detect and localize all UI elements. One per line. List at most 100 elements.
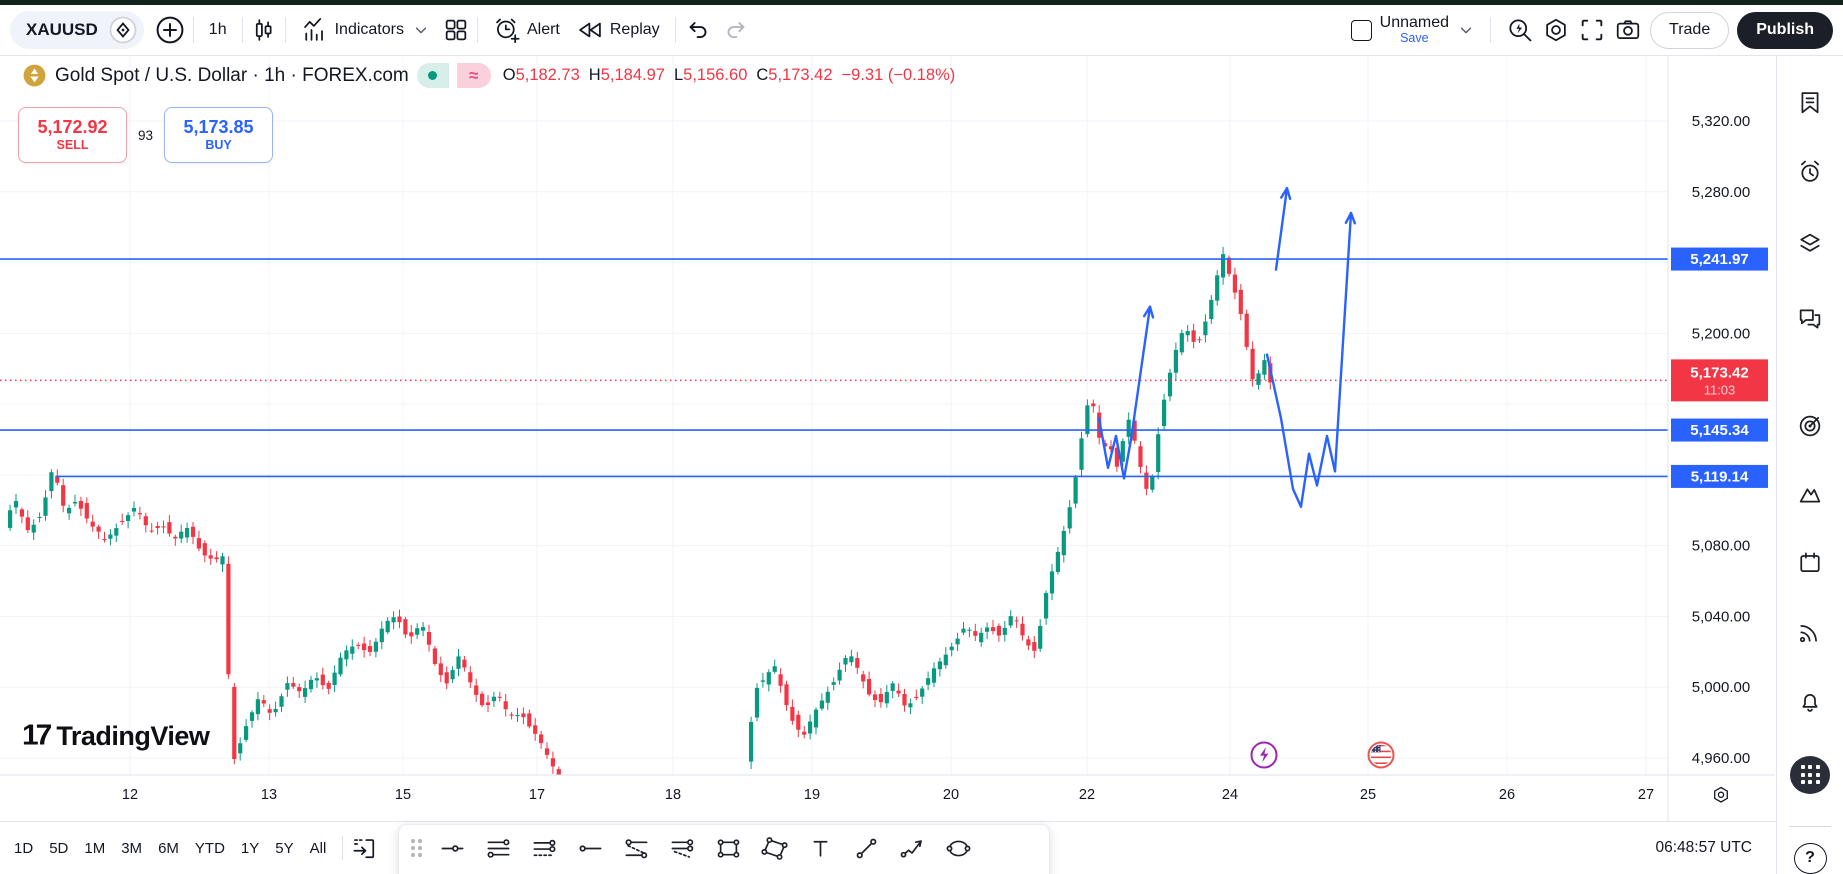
sell-button[interactable]: 5,172.92 SELL <box>18 107 127 163</box>
layout-chevron-down-icon[interactable] <box>1457 21 1475 39</box>
svg-text:20: 20 <box>943 787 959 803</box>
save-link[interactable]: Save <box>1400 31 1429 46</box>
symbol-name: XAUUSD <box>26 20 98 39</box>
alerts-clock-icon[interactable] <box>1796 158 1824 186</box>
horizontal-line-icon[interactable] <box>439 835 466 862</box>
object-tree-icon[interactable] <box>1796 229 1824 257</box>
range-6m-button[interactable]: 6M <box>151 835 186 862</box>
fullscreen-icon[interactable] <box>1578 16 1606 44</box>
indicators-icon <box>301 16 329 44</box>
chat-icon[interactable] <box>1796 304 1824 332</box>
symbol-search-button[interactable]: XAUUSD <box>10 11 144 49</box>
sell-label: SELL <box>56 138 89 153</box>
buy-label: BUY <box>205 138 232 153</box>
calendar-icon[interactable] <box>1796 549 1824 577</box>
layout-name-button[interactable]: Unnamed Save <box>1380 14 1449 45</box>
svg-text:5,173.42: 5,173.42 <box>1690 364 1748 381</box>
svg-text:13: 13 <box>261 787 277 803</box>
rectangle-icon[interactable] <box>715 835 742 862</box>
alert-clock-icon <box>493 16 521 44</box>
chart-canvas[interactable]: 5,320.00 5,280.00 5,200.00 5,080.00 5,040.00… <box>0 56 1775 821</box>
publish-button[interactable]: Publish <box>1737 11 1833 49</box>
layout-grid-icon[interactable] <box>442 16 470 44</box>
camera-snapshot-icon[interactable] <box>1614 16 1642 44</box>
info-line-icon[interactable] <box>531 835 558 862</box>
approx-equals-icon[interactable]: ≈ <box>456 63 491 88</box>
arrow-marker-icon[interactable] <box>899 835 926 862</box>
interval-button[interactable]: 1h <box>201 17 235 43</box>
gold-coin-icon <box>22 63 47 88</box>
sidebar-divider <box>1789 825 1831 827</box>
range-5y-button[interactable]: 5Y <box>268 835 300 862</box>
notifications-bell-icon[interactable] <box>1796 687 1824 715</box>
quick-search-icon[interactable] <box>1506 16 1534 44</box>
trend-line-icon[interactable] <box>853 835 880 862</box>
indicators-label: Indicators <box>334 21 404 38</box>
interval-label: 1h <box>208 21 227 38</box>
redo-icon[interactable] <box>723 16 751 44</box>
symbol-diamond-icon[interactable] <box>108 15 138 45</box>
replay-button[interactable]: Replay <box>568 12 668 48</box>
regression-trend-icon[interactable] <box>623 835 650 862</box>
svg-text:15: 15 <box>395 787 411 803</box>
settings-hexagon-icon[interactable] <box>1542 16 1570 44</box>
candles-style-icon[interactable] <box>250 16 278 44</box>
svg-text:5,080.00: 5,080.00 <box>1692 538 1750 555</box>
symbol-title[interactable]: Gold Spot / U.S. Dollar · 1h · FOREX.com <box>55 65 409 87</box>
range-1m-button[interactable]: 1M <box>77 835 112 862</box>
rotated-rectangle-icon[interactable] <box>761 835 788 862</box>
svg-text:25: 25 <box>1360 787 1376 803</box>
screener-radar-icon[interactable] <box>1796 412 1824 440</box>
svg-text:5,200.00: 5,200.00 <box>1692 325 1750 342</box>
trend-segment-icon[interactable] <box>577 835 604 862</box>
indicators-button[interactable]: Indicators <box>293 12 412 48</box>
tradingview-watermark: 17 TradingView <box>22 719 210 753</box>
clock-utc[interactable]: 06:48:57 UTC <box>1656 839 1753 857</box>
streams-icon[interactable] <box>1796 618 1824 646</box>
svg-text:5,241.97: 5,241.97 <box>1690 251 1748 268</box>
go-to-date-icon[interactable] <box>351 835 378 862</box>
disjoint-channel-icon[interactable] <box>669 835 696 862</box>
range-1y-button[interactable]: 1Y <box>234 835 266 862</box>
undo-icon[interactable] <box>683 16 711 44</box>
ohlc-values: O5,182.73 H5,184.97 L5,156.60 C5,173.42 … <box>502 66 956 84</box>
replay-rewind-icon <box>576 16 604 44</box>
right-sidebar: ? <box>1776 56 1843 874</box>
svg-text:22: 22 <box>1079 787 1095 803</box>
ideas-icon[interactable] <box>1796 480 1824 508</box>
apps-grid-icon[interactable] <box>1790 756 1830 794</box>
tradingview-logo-icon: 17 <box>22 719 52 752</box>
alert-button[interactable]: Alert <box>485 12 568 48</box>
range-all-button[interactable]: All <box>303 835 334 862</box>
buy-button[interactable]: 5,173.85 BUY <box>164 107 274 163</box>
svg-text:5,280.00: 5,280.00 <box>1692 184 1750 201</box>
chart-legend[interactable]: Gold Spot / U.S. Dollar · 1h · FOREX.com… <box>22 63 955 88</box>
trade-button[interactable]: Trade <box>1650 11 1730 49</box>
chevron-down-icon[interactable] <box>412 21 430 39</box>
range-1d-button[interactable]: 1D <box>7 835 40 862</box>
drawing-tools-panel <box>398 824 1050 874</box>
parallel-lines-icon[interactable] <box>485 835 512 862</box>
range-3m-button[interactable]: 3M <box>114 835 149 862</box>
price-change: −9.31 (−0.18%) <box>841 66 956 84</box>
range-5d-button[interactable]: 5D <box>42 835 75 862</box>
help-icon[interactable]: ? <box>1793 842 1827 874</box>
buy-price: 5,173.85 <box>183 117 254 138</box>
svg-text:5,000.00: 5,000.00 <box>1692 679 1750 696</box>
svg-text:4,960.00: 4,960.00 <box>1692 750 1750 767</box>
text-tool-icon[interactable] <box>807 835 834 862</box>
replay-label: Replay <box>609 21 660 38</box>
watchlist-icon[interactable] <box>1796 89 1824 117</box>
market-status-green-dot-icon[interactable] <box>416 63 449 88</box>
add-compare-icon[interactable] <box>154 14 186 46</box>
range-ytd-button[interactable]: YTD <box>188 835 232 862</box>
spread-value: 93 <box>138 127 154 143</box>
tradingview-wordmark: TradingView <box>56 720 210 751</box>
svg-text:5,040.00: 5,040.00 <box>1692 608 1750 625</box>
svg-text:19: 19 <box>804 787 820 803</box>
date-range-buttons: 1D 5D 1M 3M 6M YTD 1Y 5Y All <box>6 835 334 862</box>
ellipse-icon[interactable] <box>945 835 972 862</box>
svg-text:26: 26 <box>1499 787 1515 803</box>
layout-checkbox[interactable] <box>1350 19 1372 41</box>
drag-handle[interactable] <box>411 839 422 857</box>
